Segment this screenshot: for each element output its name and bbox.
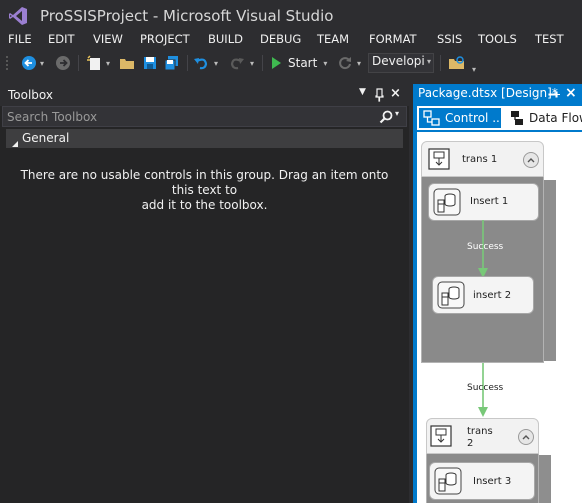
- toolbar: ▾ ▾ ▾ ▾ Start ▾ ▾ ▾: [0, 52, 582, 76]
- collapse-container-button[interactable]: [518, 429, 534, 445]
- search-options-caret-icon[interactable]: ▾: [395, 109, 399, 118]
- menu-view[interactable]: VIEW: [93, 32, 123, 46]
- container-shadow: [544, 180, 556, 361]
- toolbar-overflow-icon[interactable]: ▾: [470, 58, 478, 80]
- execute-sql-task-icon: [433, 188, 461, 220]
- menu-team[interactable]: TEAM: [317, 32, 349, 46]
- toolbar-separator: [78, 55, 79, 71]
- title-bar: ProSSISProject - Microsoft Visual Studio: [0, 0, 582, 32]
- control-flow-icon: [423, 110, 441, 130]
- menu-project[interactable]: PROJECT: [140, 32, 190, 46]
- execute-sql-task-insert-1[interactable]: Insert 1: [428, 183, 539, 221]
- sequence-container-icon: [428, 148, 450, 174]
- document-tab-label: Package.dtsx [Design]*: [418, 86, 558, 100]
- execute-sql-task-insert-2[interactable]: insert 2: [432, 276, 534, 314]
- container-header[interactable]: trans 2: [426, 418, 539, 454]
- container-shadow: [539, 455, 551, 503]
- window-title: ProSSISProject - Microsoft Visual Studio: [40, 7, 334, 25]
- control-flow-canvas[interactable]: trans 1 Insert 1 Success insert 2 Succes…: [417, 132, 582, 503]
- expanded-triangle-icon: [11, 133, 19, 152]
- toolbar-grip[interactable]: [4, 52, 10, 74]
- new-project-icon[interactable]: [85, 52, 103, 74]
- sequence-container-icon: [430, 425, 452, 451]
- find-in-files-icon[interactable]: [447, 52, 467, 74]
- tab-control-flow-label: Control ...: [445, 111, 499, 125]
- start-label: Start: [288, 56, 318, 70]
- task-label: Insert 3: [473, 476, 512, 487]
- undo-icon[interactable]: [192, 52, 210, 74]
- search-icon[interactable]: [379, 109, 393, 128]
- save-all-icon[interactable]: [163, 52, 181, 74]
- start-debugging-button[interactable]: Start ▾: [270, 52, 340, 74]
- pin-icon[interactable]: [373, 87, 385, 106]
- close-icon[interactable]: ×: [565, 85, 577, 101]
- tab-control-flow[interactable]: Control ...: [419, 108, 501, 128]
- group-label: General: [22, 131, 70, 145]
- start-dropdown-caret-icon: ▾: [323, 58, 328, 68]
- task-label: insert 2: [473, 290, 512, 301]
- menu-test[interactable]: TEST: [535, 32, 564, 46]
- toolbox-header: Toolbox ▼ ×: [0, 84, 409, 106]
- empty-message-line: add it to the toolbox.: [141, 198, 268, 212]
- collapse-container-button[interactable]: [523, 152, 539, 168]
- execute-sql-task-icon: [437, 281, 465, 313]
- menu-tools[interactable]: TOOLS: [478, 32, 517, 46]
- container-label-line: 2: [467, 438, 474, 449]
- empty-message-line: There are no usable controls in this gro…: [20, 168, 389, 197]
- visual-studio-logo-icon: [8, 6, 28, 26]
- redo-dropdown-caret-icon[interactable]: ▾: [248, 52, 256, 74]
- toolbar-separator: [440, 55, 441, 71]
- redo-icon[interactable]: [228, 52, 246, 74]
- menu-file[interactable]: FILE: [8, 32, 32, 46]
- menu-build[interactable]: BUILD: [208, 32, 243, 46]
- solution-configuration-select[interactable]: Developi ▾: [368, 53, 434, 73]
- save-icon[interactable]: [141, 52, 159, 74]
- search-toolbox-input[interactable]: [7, 108, 367, 125]
- toolbar-separator: [262, 55, 263, 71]
- refresh-icon[interactable]: [336, 52, 354, 74]
- pin-icon[interactable]: [548, 87, 560, 106]
- document-tab-package-design[interactable]: Package.dtsx [Design]* ×: [413, 84, 582, 104]
- container-label-line: trans: [467, 426, 493, 437]
- designer-tab-strip: Control ... Data Flow: [417, 106, 582, 130]
- menu-format[interactable]: FORMAT: [369, 32, 417, 46]
- menu-debug[interactable]: DEBUG: [260, 32, 301, 46]
- undo-dropdown-caret-icon[interactable]: ▾: [212, 52, 220, 74]
- chevron-down-icon: ▾: [426, 57, 431, 66]
- window-position-dropdown-icon[interactable]: ▼: [359, 87, 366, 97]
- navigate-back-icon[interactable]: [20, 52, 38, 74]
- menu-bar: FILE EDIT VIEW PROJECT BUILD DEBUG TEAM …: [0, 32, 582, 50]
- menu-edit[interactable]: EDIT: [48, 32, 75, 46]
- refresh-dropdown-caret-icon[interactable]: ▾: [355, 52, 363, 74]
- search-box: ▾: [2, 106, 407, 127]
- execute-sql-task-icon: [434, 467, 462, 499]
- menu-ssis[interactable]: SSIS: [437, 32, 462, 46]
- container-header[interactable]: trans 1: [421, 141, 544, 177]
- toolbox-panel: Toolbox ▼ × ▾ General There are no usabl…: [0, 84, 409, 503]
- new-dropdown-caret-icon[interactable]: ▾: [104, 52, 112, 74]
- execute-sql-task-insert-3[interactable]: Insert 3: [429, 462, 535, 500]
- open-folder-icon[interactable]: [118, 52, 136, 74]
- toolbox-group-general[interactable]: General: [6, 129, 403, 148]
- container-label: trans 1: [462, 154, 498, 165]
- navigate-forward-icon[interactable]: [54, 52, 72, 74]
- play-icon: [270, 56, 282, 70]
- container-label: trans 2: [467, 426, 493, 450]
- solution-configuration-value: Developi: [372, 54, 425, 68]
- empty-toolbox-message[interactable]: There are no usable controls in this gro…: [10, 168, 399, 213]
- close-icon[interactable]: ×: [390, 86, 401, 101]
- constraint-label: Success: [467, 242, 504, 252]
- data-flow-icon[interactable]: [509, 110, 525, 130]
- task-label: Insert 1: [470, 196, 509, 207]
- tab-data-flow-label[interactable]: Data Flow: [529, 111, 582, 125]
- toolbox-title: Toolbox: [8, 88, 53, 102]
- constraint-label: Success: [467, 383, 504, 393]
- toolbar-separator: [187, 55, 188, 71]
- back-dropdown-caret-icon[interactable]: ▾: [38, 52, 46, 74]
